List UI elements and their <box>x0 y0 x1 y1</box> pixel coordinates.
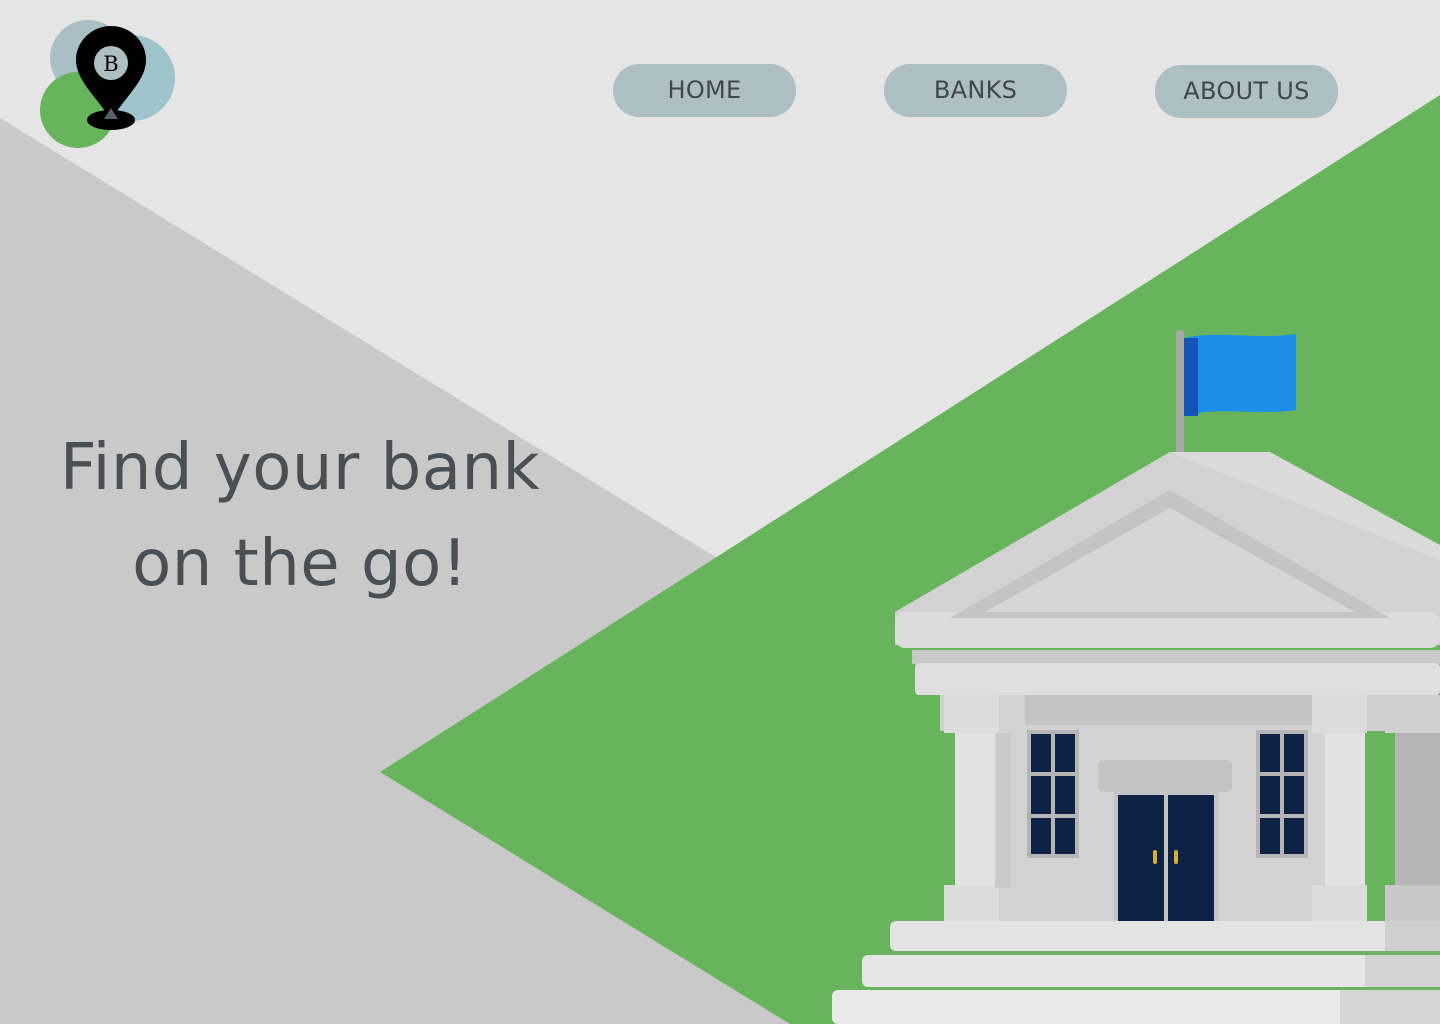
logo[interactable]: B <box>36 18 181 153</box>
window-right <box>1256 730 1308 858</box>
logo-letter: B <box>103 52 118 76</box>
flag-icon <box>1184 334 1296 416</box>
hero-line-2: on the go! <box>132 527 468 601</box>
flag-pole <box>1176 330 1184 455</box>
door-lintel <box>1098 760 1232 792</box>
bank-building-illustration <box>832 330 1440 1024</box>
nav-home-button[interactable]: HOME <box>613 64 796 117</box>
bank-door <box>1114 792 1218 922</box>
window-left <box>1027 730 1079 858</box>
column-far-right <box>1385 695 1440 923</box>
hero-line-1: Find your bank <box>59 431 541 505</box>
landing-page: B HOME BANKS ABOUT US Find your bank on … <box>0 0 1440 1024</box>
nav-about-button[interactable]: ABOUT US <box>1155 65 1338 118</box>
hero-heading: Find your bank on the go! <box>40 420 560 612</box>
nav-banks-button[interactable]: BANKS <box>884 64 1067 117</box>
